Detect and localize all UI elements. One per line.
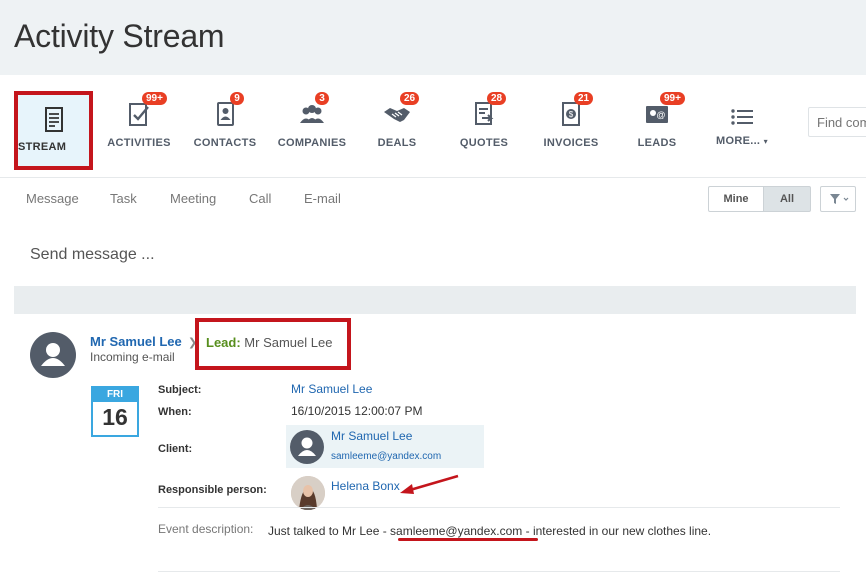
post-bottom-divider bbox=[158, 571, 840, 572]
client-name-link[interactable]: Mr Samuel Lee bbox=[331, 429, 412, 443]
toolbar-leads-label: LEADS bbox=[637, 137, 677, 149]
client-card: Mr Samuel Lee samleeme@yandex.com bbox=[286, 425, 484, 468]
calendar-weekday: FRI bbox=[93, 388, 137, 402]
toolbar-quotes[interactable]: 28 QUOTES bbox=[439, 75, 529, 178]
when-value: 16/10/2015 12:00:07 PM bbox=[291, 404, 423, 418]
toolbar-companies-label: COMPANIES bbox=[277, 137, 347, 149]
toolbar-activities-label: ACTIVITIES bbox=[107, 137, 171, 149]
toolbar-stream-label: STREAM bbox=[18, 141, 67, 153]
client-email-link[interactable]: samleeme@yandex.com bbox=[331, 451, 441, 462]
post-type: Incoming e-mail bbox=[90, 350, 175, 364]
lead-label: Lead: bbox=[206, 335, 241, 350]
red-arrow-annotation bbox=[400, 474, 459, 494]
list-icon bbox=[731, 109, 753, 125]
companies-badge: 3 bbox=[315, 92, 329, 105]
tab-call[interactable]: Call bbox=[249, 191, 271, 206]
activities-badge: 99+ bbox=[142, 92, 167, 105]
tab-task[interactable]: Task bbox=[110, 191, 137, 206]
svg-text:$: $ bbox=[569, 110, 574, 119]
toolbar-deals-label: DEALS bbox=[377, 137, 417, 149]
calendar-badge: FRI 16 bbox=[91, 386, 139, 437]
leads-badge: 99+ bbox=[660, 92, 685, 105]
toolbar-quotes-label: QUOTES bbox=[459, 137, 509, 149]
svg-text:@: @ bbox=[656, 110, 665, 120]
page-title: Activity Stream bbox=[14, 18, 225, 54]
deals-badge: 26 bbox=[400, 92, 420, 105]
filter-all-button[interactable]: All bbox=[763, 186, 811, 212]
filter-mine-button[interactable]: Mine bbox=[708, 186, 764, 212]
author-avatar[interactable] bbox=[30, 332, 76, 378]
email-underline-annotation bbox=[398, 538, 538, 541]
client-label: Client: bbox=[158, 443, 193, 455]
send-message-input[interactable]: Send message ... bbox=[30, 246, 155, 264]
calendar-day: 16 bbox=[102, 404, 128, 430]
toolbar-more[interactable]: MORE... ▾ bbox=[697, 75, 787, 178]
find-input[interactable] bbox=[808, 107, 866, 137]
page-header: Activity Stream bbox=[0, 0, 866, 75]
feed-divider bbox=[14, 286, 856, 314]
client-avatar[interactable] bbox=[290, 430, 324, 464]
toolbar-contacts-label: CONTACTS bbox=[193, 137, 257, 149]
subject-link[interactable]: Mr Samuel Lee bbox=[291, 382, 372, 396]
responsible-person-link[interactable]: Helena Bonx bbox=[331, 479, 400, 493]
toolbar-more-label: MORE... bbox=[716, 135, 761, 147]
user-icon bbox=[41, 343, 65, 366]
contacts-badge: 9 bbox=[230, 92, 244, 105]
toolbar-invoices-label: INVOICES bbox=[543, 137, 599, 149]
tab-message[interactable]: Message bbox=[26, 191, 79, 206]
toolbar-contacts[interactable]: 9 CONTACTS bbox=[180, 75, 270, 178]
responsible-avatar[interactable] bbox=[291, 476, 325, 510]
crm-toolbar: 99+ ACTIVITIES 9 CONTACTS 3 COMPANIES 26… bbox=[0, 75, 866, 178]
subject-label: Subject: bbox=[158, 384, 202, 396]
caret-down-icon: ▾ bbox=[763, 137, 768, 146]
toolbar-companies[interactable]: 3 COMPANIES bbox=[267, 75, 357, 178]
toolbar-invoices[interactable]: $ 21 INVOICES bbox=[526, 75, 616, 178]
person-photo-icon bbox=[291, 476, 325, 510]
event-description-label: Event description: bbox=[158, 522, 254, 536]
when-label: When: bbox=[158, 406, 192, 418]
quotes-badge: 28 bbox=[487, 92, 507, 105]
field-divider bbox=[158, 507, 840, 508]
filter-button[interactable] bbox=[820, 186, 856, 212]
post-author-link[interactable]: Mr Samuel Lee bbox=[90, 334, 182, 349]
user-icon bbox=[298, 437, 316, 456]
toolbar-activities[interactable]: 99+ ACTIVITIES bbox=[94, 75, 184, 178]
lead-link[interactable]: Mr Samuel Lee bbox=[244, 335, 332, 350]
funnel-icon bbox=[830, 194, 849, 204]
lead-reference: Lead: Mr Samuel Lee bbox=[206, 335, 332, 350]
tab-email[interactable]: E-mail bbox=[304, 191, 341, 206]
toolbar-stream[interactable]: STREAM bbox=[14, 91, 93, 170]
responsible-label: Responsible person: bbox=[158, 484, 267, 496]
tab-meeting[interactable]: Meeting bbox=[170, 191, 216, 206]
invoices-badge: 21 bbox=[574, 92, 594, 105]
toolbar-deals[interactable]: 26 DEALS bbox=[352, 75, 442, 178]
stream-icon bbox=[44, 107, 63, 132]
toolbar-leads[interactable]: @ 99+ LEADS bbox=[612, 75, 702, 178]
